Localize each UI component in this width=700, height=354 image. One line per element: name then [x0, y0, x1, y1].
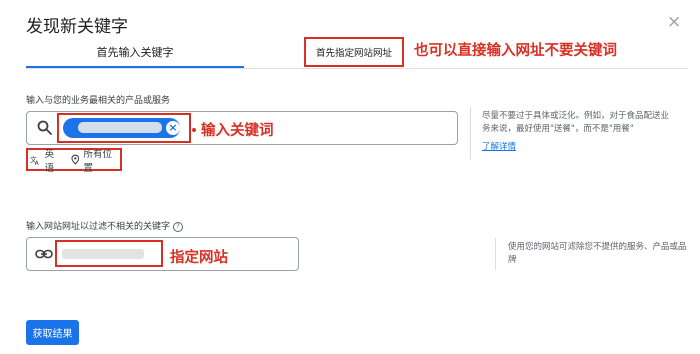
- annotation-pointer: [192, 128, 196, 132]
- learn-more-link[interactable]: 了解详情: [482, 140, 516, 152]
- tab-website-label: 首先指定网站网址: [315, 48, 392, 59]
- annotation-url-box: [55, 240, 163, 267]
- tab-divider: [26, 68, 688, 69]
- side-divider-2: [495, 238, 496, 270]
- translate-icon: 文 A: [30, 155, 39, 165]
- tab-website[interactable]: 首先指定网站网址: [304, 37, 404, 67]
- dialog-title: 发现新关键字: [26, 17, 128, 37]
- search-icon: [37, 120, 52, 135]
- tab-keywords[interactable]: 首先输入关键字: [26, 44, 244, 60]
- keyword-tip: 尽量不要过于具体或泛化。例如，对于食品配送业务来说，最好使用"送餐"，而不是"用…: [482, 111, 670, 134]
- url-field-label: 输入网站网址以过滤不相关的关键字?: [26, 219, 184, 232]
- link-icon: [35, 249, 53, 259]
- annotation-tab-note: 也可以直接输入网址不要关键词: [414, 43, 617, 59]
- keyword-field-label: 输入与您的业务最相关的产品或服务: [26, 96, 171, 106]
- annotation-keyword-note: 输入关键词: [201, 123, 274, 139]
- annotation-keyword-box: [57, 113, 191, 143]
- help-icon[interactable]: ?: [173, 221, 184, 232]
- url-field-label-text: 输入网站网址以过滤不相关的关键字: [26, 222, 171, 232]
- close-icon[interactable]: ×: [667, 12, 681, 32]
- side-divider: [470, 107, 471, 159]
- language-location-selector[interactable]: 文 A 英语 所有位置: [26, 148, 122, 174]
- language-value: 英语: [44, 148, 55, 174]
- location-pin-icon: [71, 154, 80, 165]
- location-value: 所有位置: [83, 148, 112, 174]
- get-results-button[interactable]: 获取结果: [26, 320, 79, 345]
- svg-text:A: A: [35, 161, 39, 165]
- annotation-url-note: 指定网站: [170, 250, 228, 266]
- url-tip: 使用您的网站可滤除您不提供的服务、产品或品牌: [508, 242, 687, 265]
